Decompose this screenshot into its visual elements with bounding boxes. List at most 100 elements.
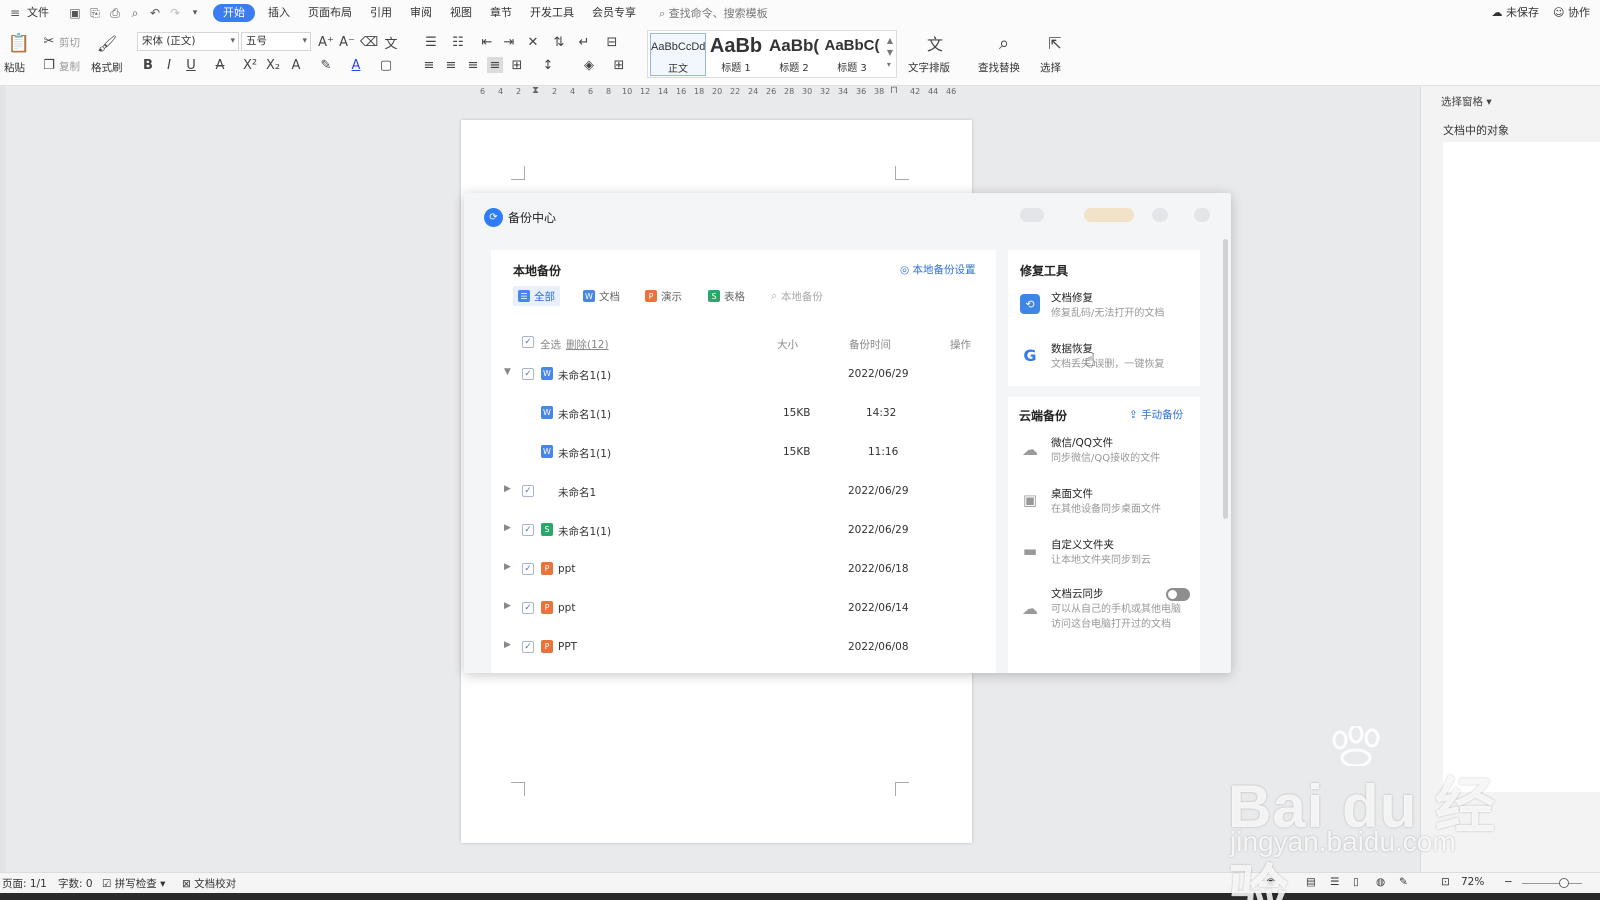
desktop-files-item[interactable]: ▣ 桌面文件 在其他设备同步桌面文件 <box>1020 486 1195 526</box>
write-view-icon[interactable]: ✎ <box>1399 876 1408 888</box>
text-layout-label[interactable]: 文字排版 <box>908 60 950 75</box>
expand-arrow-icon[interactable]: ▶ <box>504 523 511 533</box>
align-right-icon[interactable]: ≡ <box>465 57 481 73</box>
style-heading-3[interactable]: AaBbC( 标题 3 <box>824 33 880 76</box>
decrease-indent-icon[interactable]: ⇤ <box>479 34 495 50</box>
reading-view-icon[interactable]: ▯ <box>1353 876 1359 888</box>
collapse-arrow-icon[interactable]: ▼ <box>504 367 511 377</box>
chinese-layout-icon[interactable]: ✕ <box>525 34 541 50</box>
blurred-toolbar-item[interactable] <box>1020 208 1044 222</box>
subscript-icon[interactable]: X₂ <box>265 57 281 73</box>
format-painter-icon[interactable]: 🖌 <box>97 32 117 54</box>
row-checkbox[interactable]: ✓ <box>522 641 534 653</box>
char-border-icon[interactable]: ▢ <box>378 57 394 73</box>
unsaved-button[interactable]: ☁ 未保存 <box>1492 0 1540 26</box>
style-normal[interactable]: AaBbCcDd 正文 <box>650 33 706 76</box>
objects-list[interactable] <box>1443 142 1600 792</box>
find-replace-label[interactable]: 查找替换 <box>978 60 1020 75</box>
find-replace-icon[interactable]: ⌕ <box>993 32 1015 54</box>
select-icon[interactable]: ⇱ <box>1044 32 1066 54</box>
justify-icon[interactable]: ≡ <box>487 57 503 73</box>
zoom-level[interactable]: 72% <box>1461 876 1484 888</box>
italic-icon[interactable]: I <box>161 57 177 73</box>
zoom-slider[interactable] <box>1522 883 1582 884</box>
print-preview-icon[interactable]: ⌕ <box>126 4 144 22</box>
paste-label[interactable]: 粘贴 <box>4 60 25 75</box>
row-checkbox[interactable]: ✓ <box>522 485 534 497</box>
table-row[interactable]: ▶ ✓ 未命名1 2022/06/29 <box>491 471 996 510</box>
expand-arrow-icon[interactable]: ▶ <box>504 640 511 650</box>
tab-home[interactable]: 开始 <box>213 4 255 22</box>
hamburger-icon[interactable]: ≡ <box>6 4 24 22</box>
spell-check-button[interactable]: ☑ 拼写检查 ▾ <box>102 876 165 891</box>
underline-icon[interactable]: U <box>183 57 199 73</box>
wechat-qq-files-item[interactable]: ☁ 微信/QQ文件 同步微信/QQ接收的文件 <box>1020 435 1195 475</box>
expand-arrow-icon[interactable]: ▶ <box>504 484 511 494</box>
cut-icon[interactable]: ✂ <box>41 33 57 49</box>
customize-icon[interactable]: ▾ <box>186 4 204 22</box>
export-icon[interactable]: ⎘ <box>86 4 104 22</box>
table-row[interactable]: ▶ ✓ P ppt 2022/06/18 <box>491 549 996 588</box>
filter-spreadsheets[interactable]: S 表格 <box>703 286 750 306</box>
show-marks-icon[interactable]: ↵ <box>576 34 592 50</box>
numbered-list-icon[interactable]: ☷ <box>450 34 466 50</box>
shading-icon[interactable]: ◈ <box>581 57 597 73</box>
page-indicator[interactable]: 页面: 1/1 <box>2 876 47 891</box>
tab-developer[interactable]: 开发工具 <box>521 0 583 26</box>
fit-page-icon[interactable]: ⊡ <box>1441 876 1450 888</box>
delete-link[interactable]: 删除(12) <box>566 337 609 352</box>
font-name-select[interactable]: 宋体 (正文) <box>137 32 239 51</box>
row-checkbox[interactable]: ✓ <box>522 602 534 614</box>
tab-view[interactable]: 视图 <box>441 0 481 26</box>
grow-font-icon[interactable]: A⁺ <box>318 34 334 50</box>
tab-references[interactable]: 引用 <box>361 0 401 26</box>
zoom-slider-thumb[interactable] <box>1559 878 1569 888</box>
table-row[interactable]: ▼ ✓ W 未命名1(1) 2022/06/29 <box>491 354 996 393</box>
cut-label[interactable]: 剪切 <box>59 35 80 50</box>
filter-all[interactable]: ☰ 全部 <box>513 286 560 306</box>
proofread-button[interactable]: ⊠ 文档校对 <box>182 876 236 891</box>
table-row[interactable]: ▶ ✓ P ppt 2022/06/14 <box>491 588 996 627</box>
web-view-icon[interactable]: ◍ <box>1376 876 1385 888</box>
sort-icon[interactable]: ⇅ <box>551 34 567 50</box>
highlight-icon[interactable]: ✎ <box>318 57 334 73</box>
collab-button[interactable]: ☺ 协作 <box>1553 0 1590 26</box>
eye-protection-icon[interactable]: ◉ <box>1266 876 1275 888</box>
blurred-close-button[interactable] <box>1194 208 1210 222</box>
table-row[interactable]: W 未命名1(1) 15KB 11:16 <box>491 432 996 471</box>
expand-arrow-icon[interactable]: ▶ <box>504 562 511 572</box>
select-label[interactable]: 选择 <box>1040 60 1061 75</box>
tab-chapter[interactable]: 章节 <box>481 0 521 26</box>
select-all-checkbox[interactable]: ✓ <box>522 336 534 348</box>
tab-member[interactable]: 会员专享 <box>583 0 645 26</box>
save-icon[interactable]: ▣ <box>66 4 84 22</box>
ruler-indent-marker[interactable]: ⧗ <box>532 85 539 96</box>
local-backup-search[interactable]: ⌕ 本地备份 <box>766 286 828 306</box>
copy-icon[interactable]: ❐ <box>41 57 57 73</box>
tab-review[interactable]: 审阅 <box>401 0 441 26</box>
tab-page-layout[interactable]: 页面布局 <box>299 0 361 26</box>
align-left-icon[interactable]: ≡ <box>421 57 437 73</box>
style-heading-2[interactable]: AaBb( 标题 2 <box>766 33 822 76</box>
font-color-icon[interactable]: A <box>348 57 364 73</box>
format-painter-label[interactable]: 格式刷 <box>91 60 123 75</box>
blurred-toolbar-item[interactable] <box>1084 208 1134 222</box>
manual-backup-link[interactable]: ⇪ 手动备份 <box>1129 407 1183 422</box>
row-checkbox[interactable]: ✓ <box>522 524 534 536</box>
dialog-scrollbar[interactable] <box>1223 239 1228 519</box>
styles-scroll-icon[interactable]: ▲ ▼ ▾ <box>887 35 893 71</box>
local-backup-settings-link[interactable]: ◎ 本地备份设置 <box>900 262 976 277</box>
word-count[interactable]: 字数: 0 <box>58 876 93 891</box>
line-spacing-icon[interactable]: ↕ <box>540 57 556 73</box>
print-icon[interactable]: ⎙ <box>106 4 124 22</box>
blurred-toolbar-item[interactable] <box>1152 208 1168 222</box>
row-checkbox[interactable]: ✓ <box>522 563 534 575</box>
superscript-icon[interactable]: X² <box>242 57 258 73</box>
custom-folder-item[interactable]: ▬ 自定义文件夹 让本地文件夹同步到云 <box>1020 537 1195 577</box>
outline-view-icon[interactable]: ☰ <box>1330 876 1339 888</box>
table-row[interactable]: W 未命名1(1) 15KB 14:32 <box>491 393 996 432</box>
copy-label[interactable]: 复制 <box>59 59 80 74</box>
table-row[interactable]: ▶ ✓ S 未命名1(1) 2022/06/29 <box>491 510 996 549</box>
doc-cloud-sync-toggle[interactable] <box>1166 588 1190 601</box>
font-size-select[interactable]: 五号 <box>241 32 311 51</box>
